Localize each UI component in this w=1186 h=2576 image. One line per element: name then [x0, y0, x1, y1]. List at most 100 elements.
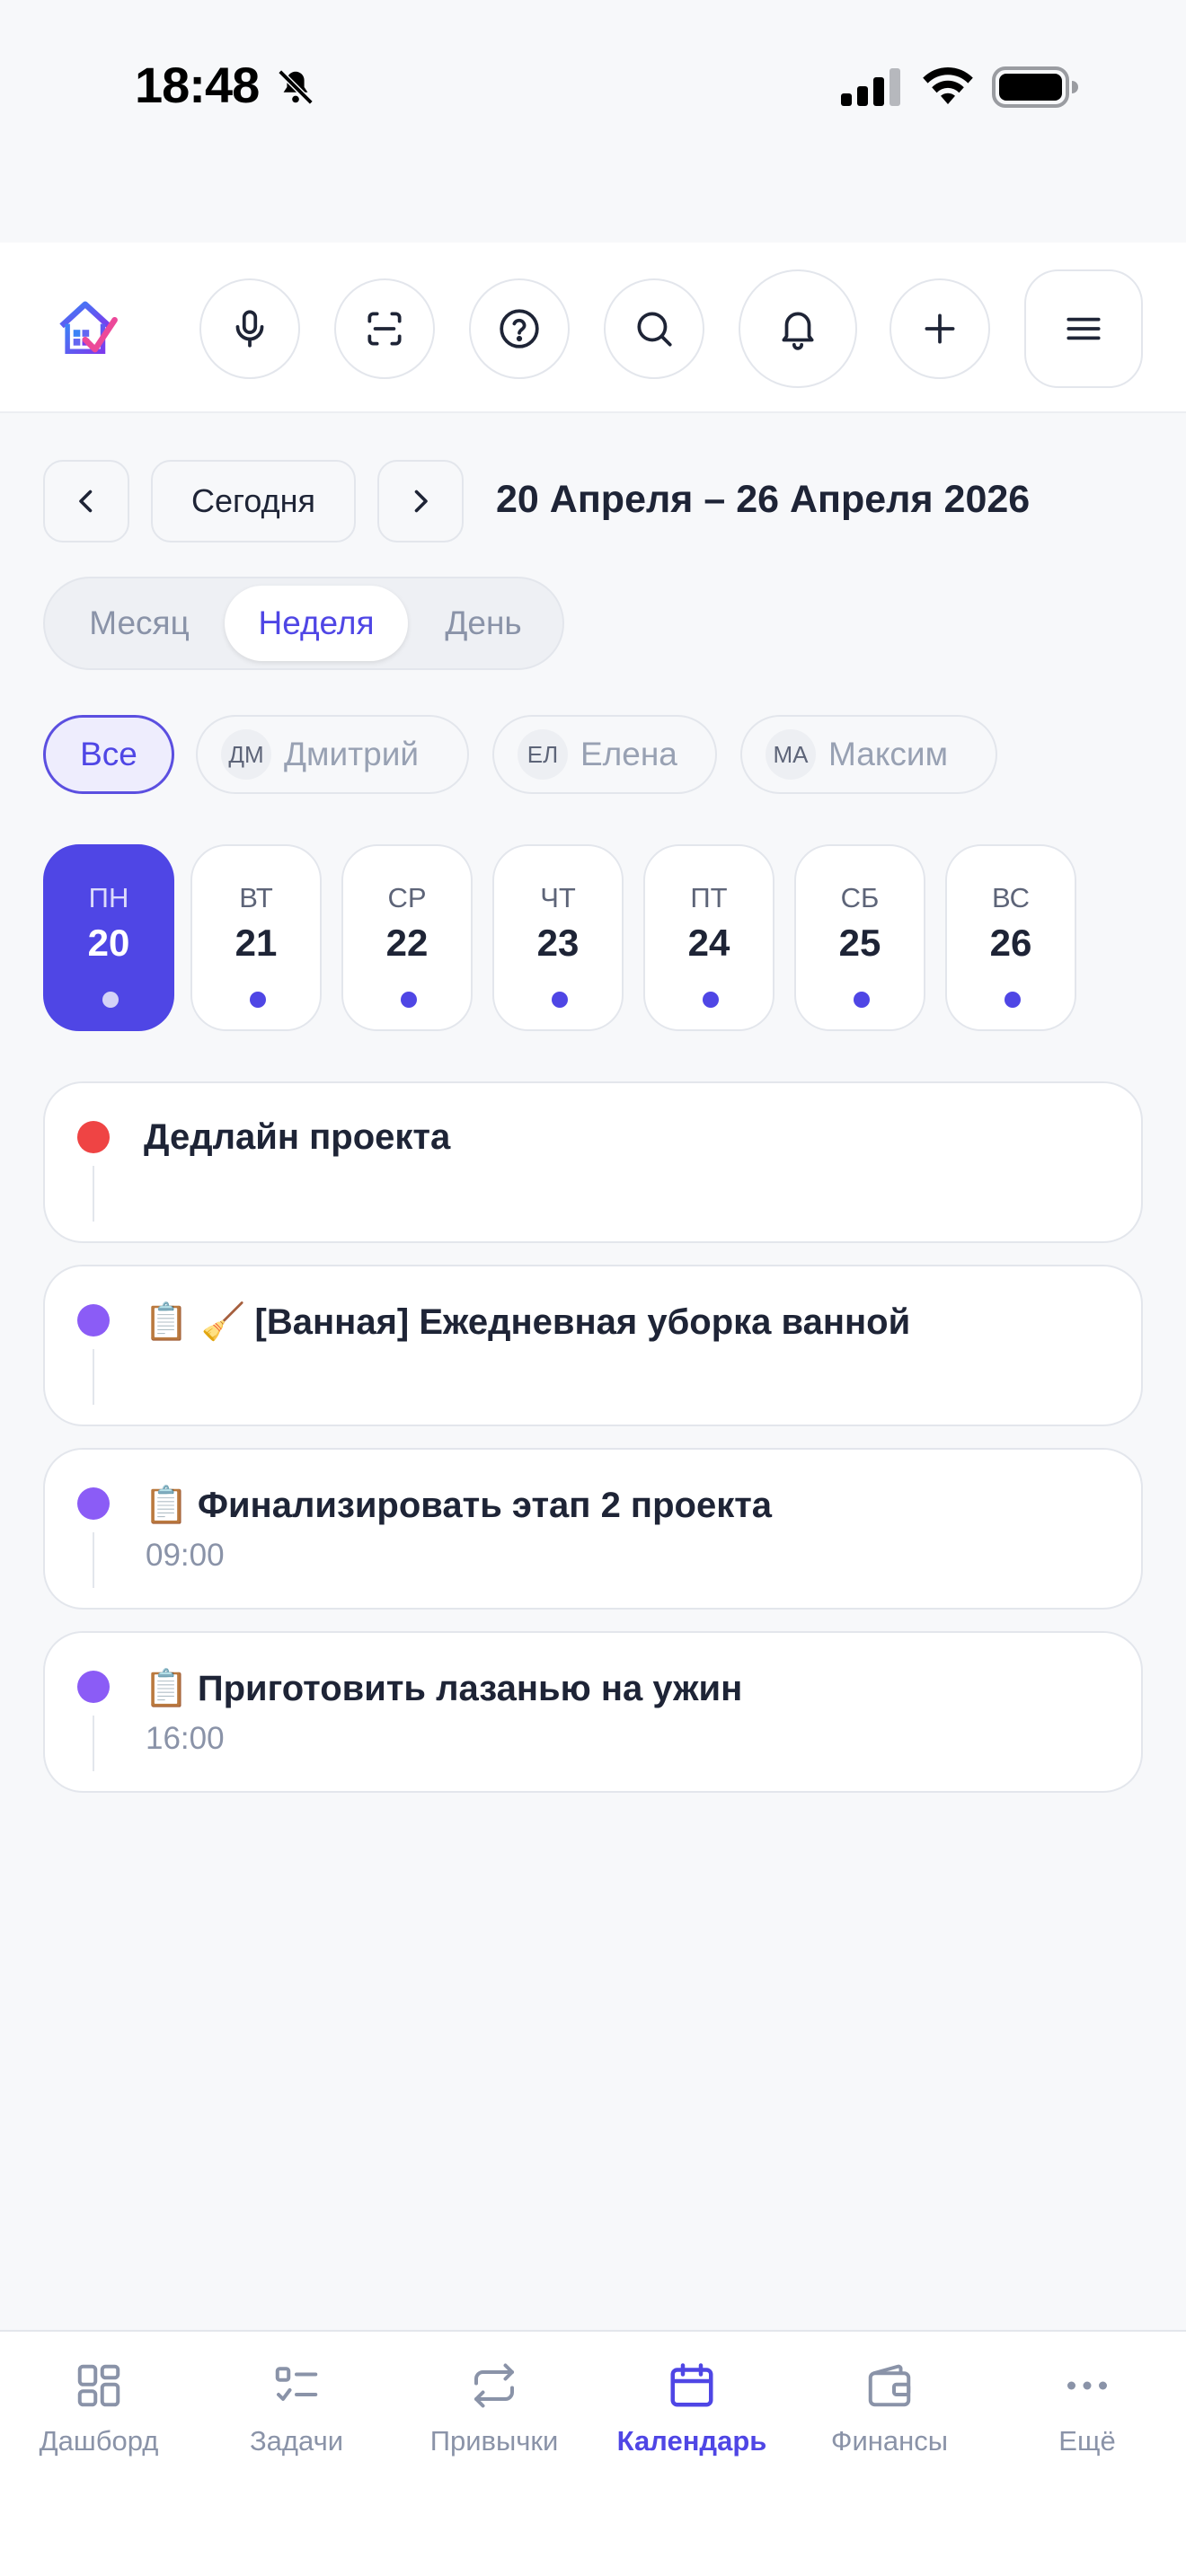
- day-sun[interactable]: ВС 26: [945, 844, 1076, 1031]
- view-mode-day[interactable]: День: [412, 586, 555, 661]
- wifi-icon: [923, 67, 973, 104]
- plus-icon: [925, 313, 955, 344]
- event-color-dot: [77, 1487, 110, 1520]
- day-name: СБ: [840, 882, 880, 913]
- bottom-nav: Дашборд Задачи Привычки Календарь Финанс…: [0, 2330, 1186, 2576]
- wallet-icon: [868, 2364, 911, 2407]
- member-name: Дмитрий: [284, 736, 420, 772]
- day-mon[interactable]: ПН 20: [43, 844, 174, 1031]
- event-timeline-line: [93, 1349, 94, 1405]
- event-title: 📋 Финализировать этап 2 проекта: [144, 1485, 773, 1526]
- tab-finances[interactable]: Финансы: [791, 2332, 988, 2511]
- avatar: МА: [766, 729, 816, 780]
- search-icon: [637, 312, 672, 347]
- event-card[interactable]: Дедлайн проекта: [43, 1081, 1143, 1243]
- event-indicator: [401, 992, 417, 1008]
- event-emoji: 📋 🧹: [144, 1301, 246, 1343]
- day-number: 26: [989, 922, 1032, 964]
- day-thu[interactable]: ЧТ 23: [492, 844, 624, 1031]
- day-name: ЧТ: [540, 882, 576, 913]
- microphone-icon: [235, 310, 264, 348]
- status-time: 18:48: [135, 57, 260, 113]
- tab-label: Привычки: [429, 2425, 559, 2457]
- scan-button[interactable]: [334, 278, 435, 379]
- event-card[interactable]: 📋 Финализировать этап 2 проекта 09:00: [43, 1448, 1143, 1610]
- filter-member-elena[interactable]: ЕЛ Елена: [492, 715, 717, 794]
- avatar: ЕЛ: [518, 729, 568, 780]
- day-fri[interactable]: ПТ 24: [643, 844, 774, 1031]
- day-sat[interactable]: СБ 25: [794, 844, 925, 1031]
- tab-label: Финансы: [830, 2425, 949, 2457]
- event-time: 16:00: [146, 1721, 225, 1756]
- day-name: ВС: [991, 882, 1031, 913]
- notifications-button[interactable]: [739, 269, 857, 388]
- habits-icon: [474, 2363, 514, 2408]
- chevron-right-icon: [414, 490, 428, 513]
- calendar-icon: [670, 2363, 713, 2407]
- tab-dashboard[interactable]: Дашборд: [0, 2332, 198, 2511]
- event-indicator: [854, 992, 870, 1008]
- event-color-dot: [77, 1671, 110, 1703]
- event-timeline-line: [93, 1532, 94, 1588]
- app-header: [0, 243, 1186, 413]
- filter-member-maxim[interactable]: МА Максим: [740, 715, 997, 794]
- help-button[interactable]: [469, 278, 570, 379]
- today-button[interactable]: Сегодня: [151, 460, 356, 543]
- microphone-button[interactable]: [199, 278, 300, 379]
- day-tue[interactable]: ВТ 21: [190, 844, 322, 1031]
- event-card[interactable]: 📋 Приготовить лазанью на ужин 16:00: [43, 1631, 1143, 1793]
- filter-all[interactable]: Все: [43, 715, 174, 794]
- day-number: 22: [385, 922, 429, 964]
- member-name: Максим: [828, 736, 949, 772]
- bell-icon: [782, 312, 814, 350]
- status-bar: 18:48: [0, 0, 1186, 243]
- event-color-dot: [77, 1304, 110, 1337]
- tab-tasks[interactable]: Задачи: [198, 2332, 395, 2511]
- member-name: Елена: [580, 736, 677, 772]
- day-name: ВТ: [239, 882, 273, 913]
- date-range-title: 20 Апреля – 26 Апреля 2026: [496, 478, 1031, 521]
- event-color-dot: [77, 1121, 110, 1153]
- event-indicator: [552, 992, 568, 1008]
- search-button[interactable]: [604, 278, 704, 379]
- scan-icon: [367, 312, 402, 346]
- dashboard-icon: [77, 2364, 120, 2407]
- filter-member-dmitry[interactable]: ДМ Дмитрий: [196, 715, 469, 794]
- event-timeline-line: [93, 1166, 94, 1222]
- tab-more[interactable]: Ещё: [988, 2332, 1186, 2511]
- event-title: Дедлайн проекта: [144, 1117, 451, 1157]
- bell-muted-icon: [278, 69, 314, 105]
- event-emoji: 📋: [144, 1485, 189, 1526]
- cellular-signal-icon: [841, 68, 900, 106]
- event-indicator: [703, 992, 719, 1008]
- tab-label: Ещё: [1058, 2425, 1116, 2457]
- event-indicator: [102, 992, 119, 1008]
- tab-habits[interactable]: Привычки: [395, 2332, 593, 2511]
- avatar: ДМ: [221, 729, 271, 780]
- prev-week-button[interactable]: [43, 460, 129, 543]
- day-number: 25: [838, 922, 881, 964]
- view-mode-month[interactable]: Месяц: [58, 586, 221, 661]
- day-name: СР: [387, 882, 427, 913]
- event-card[interactable]: 📋 🧹 [Ванная] Ежедневная уборка ванной: [43, 1265, 1143, 1426]
- next-week-button[interactable]: [377, 460, 464, 543]
- app-logo-icon[interactable]: [56, 296, 119, 359]
- event-title: 📋 🧹 [Ванная] Ежедневная уборка ванной: [144, 1301, 911, 1343]
- tab-label: Задачи: [249, 2425, 344, 2457]
- event-indicator: [250, 992, 266, 1008]
- event-emoji: 📋: [144, 1668, 189, 1709]
- tab-label: Календарь: [616, 2425, 767, 2457]
- event-title: 📋 Приготовить лазанью на ужин: [144, 1668, 743, 1709]
- tab-label: Дашборд: [39, 2425, 159, 2457]
- day-name: ПН: [88, 882, 129, 913]
- view-mode-week[interactable]: Неделя: [225, 586, 408, 661]
- tab-calendar[interactable]: Календарь: [593, 2332, 791, 2511]
- menu-button[interactable]: [1024, 269, 1143, 388]
- add-button[interactable]: [890, 278, 990, 379]
- day-wed[interactable]: СР 22: [341, 844, 473, 1031]
- view-mode-switcher: Месяц Неделя День: [43, 577, 564, 670]
- day-number: 24: [687, 922, 730, 964]
- event-time: 09:00: [146, 1538, 225, 1573]
- day-name: ПТ: [690, 882, 728, 913]
- battery-icon: [992, 66, 1078, 108]
